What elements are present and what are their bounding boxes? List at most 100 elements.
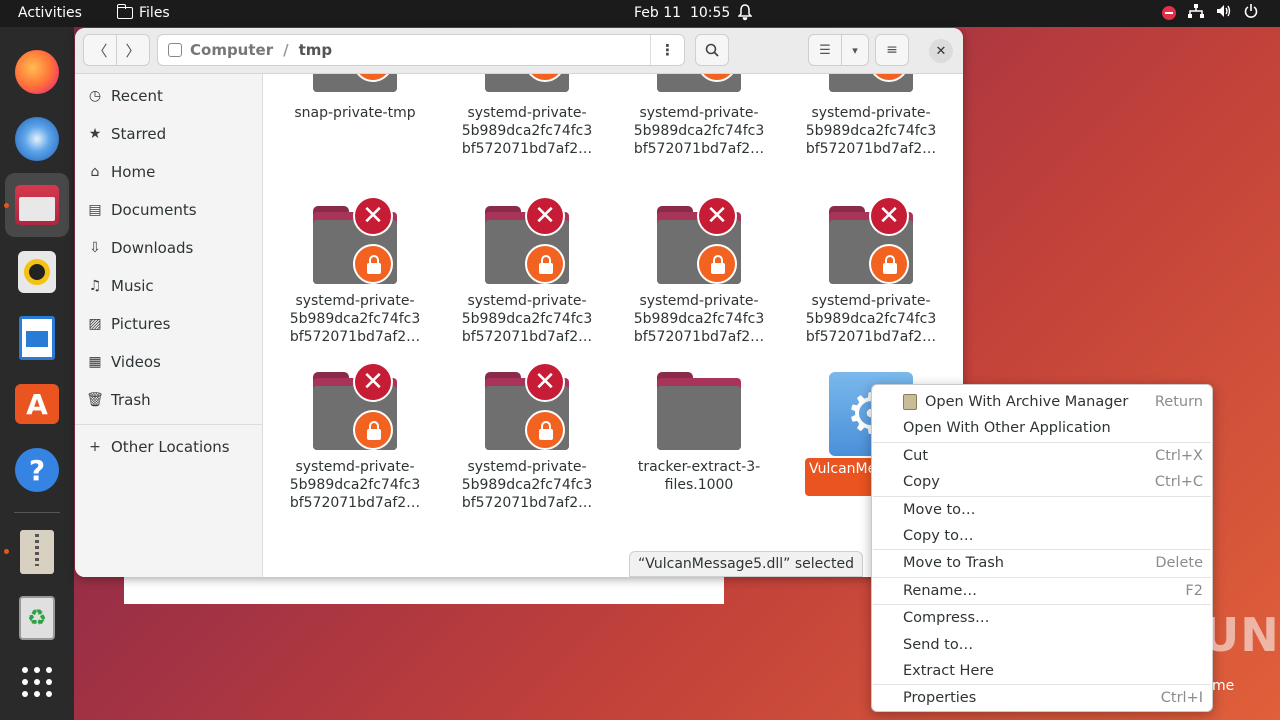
path-bar: Computer / tmp ⋮ (157, 34, 685, 66)
help-icon[interactable]: ? (12, 445, 62, 495)
sidebar-item-recent[interactable]: ◷ Recent (87, 82, 163, 110)
file-name: systemd-private- 5b989dca2fc74fc3 bf572071… (785, 292, 957, 346)
sidebar-item-home[interactable]: ⌂ Home (87, 158, 156, 186)
menu-item-cut[interactable]: Cut Ctrl+X (873, 443, 1211, 469)
file-item[interactable]: ✕ systemd-private- 5b989dca2fc74fc3 bf57207… (441, 196, 613, 346)
do-not-disturb-icon (1162, 6, 1176, 20)
file-item[interactable]: systemd-private- 5b989dca2fc74fc3 bf572071… (441, 74, 613, 158)
menu-item-move-to-trash[interactable]: Move to Trash Delete (873, 550, 1211, 576)
menu-item-open-with-archive-manager[interactable]: Open With Archive Manager Return (873, 389, 1211, 415)
menu-item-label: Open With Other Application (903, 420, 1111, 437)
sidebar-item-pictures[interactable]: ▨ Pictures (87, 310, 170, 338)
menu-item-label: Properties (903, 690, 977, 707)
search-icon (705, 43, 719, 57)
file-name-line: bf572071bd7af2… (461, 141, 593, 157)
sidebar-item-label: Other Locations (111, 438, 230, 456)
file-name-line: bf572071bd7af2… (805, 329, 937, 345)
path-segment-tmp[interactable]: tmp (299, 41, 333, 59)
view-options-button[interactable]: ▾ (841, 34, 869, 66)
bell-icon[interactable] (737, 4, 753, 25)
file-item[interactable]: ✕ systemd-private- 5b989dca2fc74fc3 bf57207… (441, 362, 613, 512)
sidebar-item-label: Trash (111, 391, 151, 409)
archive-icon (903, 394, 917, 410)
menu-item-open-with-other-application[interactable]: Open With Other Application (873, 415, 1211, 441)
sidebar-item-videos[interactable]: ▦ Videos (87, 348, 161, 376)
menu-item-rename[interactable]: Rename… F2 (873, 578, 1211, 604)
main-menu-button[interactable]: ≡ (875, 34, 909, 66)
sidebar-item-label: Videos (111, 353, 161, 371)
sidebar-item-downloads[interactable]: ⇩ Downloads (87, 234, 193, 262)
kebab-menu-icon[interactable]: ⋮ (650, 35, 684, 65)
power-icon (1244, 4, 1258, 22)
time-text: 10:55 (689, 5, 731, 21)
sidebar-item-label: Downloads (111, 239, 194, 257)
menu-item-label: Copy to… (903, 528, 974, 544)
show-apps-icon[interactable] (12, 657, 62, 707)
thunderbird-icon[interactable] (12, 114, 62, 164)
rhythmbox-icon[interactable] (12, 247, 62, 297)
sidebar-item-starred[interactable]: ★ Starred (87, 120, 166, 148)
file-item[interactable]: tracker-extract-3- files.1000 (613, 362, 785, 494)
folder-icon (116, 4, 133, 19)
menu-item-properties[interactable]: Properties Ctrl+I (873, 685, 1211, 711)
unreadable-badge-icon: ✕ (353, 196, 393, 236)
forward-button[interactable]: 〉 (116, 34, 150, 66)
file-name: systemd-private- 5b989dca2fc74fc3 bf572071… (441, 292, 613, 346)
file-item[interactable]: systemd-private- 5b989dca2fc74fc3 bf572071… (785, 74, 957, 158)
lock-icon (525, 410, 565, 450)
firefox-icon[interactable] (12, 47, 62, 97)
system-tray[interactable] (1162, 4, 1258, 22)
chevron-right-icon: 〉 (125, 41, 141, 60)
file-name-line: bf572071bd7af2… (633, 329, 765, 345)
chevron-down-icon: ▾ (852, 43, 858, 57)
home-icon: ⌂ (90, 164, 100, 180)
path-segment-computer[interactable]: Computer (190, 41, 273, 59)
unreadable-badge-icon: ✕ (525, 196, 565, 236)
file-name: snap-private-tmp (269, 104, 441, 122)
files-icon[interactable] (5, 173, 69, 237)
desktop-icon-label: me (1212, 678, 1235, 694)
close-button[interactable]: ✕ (929, 39, 953, 63)
file-item[interactable]: ✕ systemd-private- 5b989dca2fc74fc3 bf57207… (785, 196, 957, 346)
file-name-line: 5b989dca2fc74fc3 (633, 311, 765, 327)
file-item[interactable]: ✕ systemd-private- 5b989dca2fc74fc3 bf57207… (613, 196, 785, 346)
app-name: Files (139, 5, 170, 21)
video-icon: ▦ (88, 354, 102, 370)
libreoffice-writer-icon[interactable] (12, 313, 62, 363)
sidebar-item-documents[interactable]: ▤ Documents (87, 196, 196, 224)
sidebar-item-trash[interactable]: 🗑 Trash (86, 386, 151, 414)
app-menu[interactable]: Files (116, 4, 170, 21)
file-name: tracker-extract-3- files.1000 (613, 458, 785, 494)
search-button[interactable] (695, 34, 729, 66)
date-text: Feb 11 (634, 5, 682, 21)
file-name-line: bf572071bd7af2… (461, 329, 593, 345)
sidebar-item-music[interactable]: ♫ Music (87, 272, 154, 300)
activities-button[interactable]: Activities (18, 5, 82, 21)
file-name-line: snap-private-tmp (294, 105, 416, 121)
file-item[interactable]: snap-private-tmp (269, 74, 441, 122)
sidebar-item-other-locations[interactable]: + Other Locations (87, 433, 230, 461)
trash-icon[interactable]: ♻ (12, 593, 62, 643)
file-name-line: 5b989dca2fc74fc3 (289, 477, 421, 493)
menu-item-copy-to[interactable]: Copy to… (873, 523, 1211, 549)
lock-icon (525, 244, 565, 284)
menu-item-copy[interactable]: Copy Ctrl+C (873, 469, 1211, 495)
chevron-left-icon: 〈 (92, 41, 108, 60)
list-view-button[interactable]: ☰ (808, 34, 842, 66)
download-icon: ⇩ (89, 240, 101, 256)
file-item[interactable]: ✕ systemd-private- 5b989dca2fc74fc3 bf57207… (269, 196, 441, 346)
file-item[interactable]: systemd-private- 5b989dca2fc74fc3 bf572071… (613, 74, 785, 158)
network-icon (1188, 4, 1204, 22)
back-button[interactable]: 〈 (83, 34, 117, 66)
archive-manager-icon[interactable] (12, 527, 62, 577)
file-name-line: systemd-private- (811, 105, 931, 121)
file-name: systemd-private- 5b989dca2fc74fc3 bf572071… (613, 292, 785, 346)
app-center-icon[interactable]: A (12, 379, 62, 429)
context-menu: Open With Archive Manager Return Open With… (871, 384, 1213, 712)
clock[interactable]: Feb 11 10:55 (634, 5, 730, 21)
file-name-line: systemd-private- (639, 105, 759, 121)
lock-icon (697, 244, 737, 284)
menu-item-move-to[interactable]: Move to… (873, 497, 1211, 523)
sidebar-item-label: Recent (111, 87, 163, 105)
file-item[interactable]: ✕ systemd-private- 5b989dca2fc74fc3 bf57207… (269, 362, 441, 512)
